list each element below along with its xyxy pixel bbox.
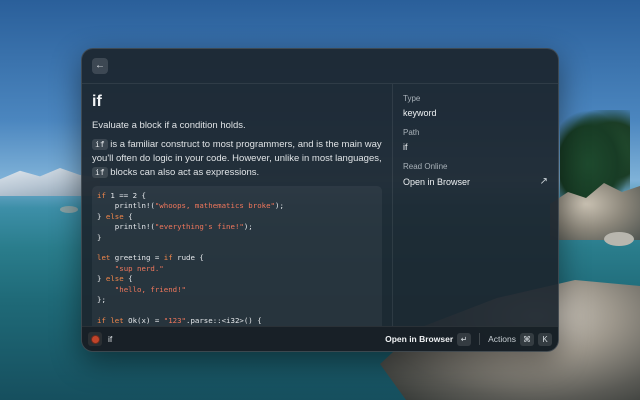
code-token: if bbox=[163, 253, 173, 263]
code-token: println!( bbox=[97, 222, 155, 232]
code-token: { bbox=[123, 211, 133, 221]
code-line: println!("everything's fine!"); bbox=[97, 222, 377, 232]
code-token: rude { bbox=[172, 253, 204, 263]
code-token: } bbox=[97, 232, 102, 242]
content-area: if Evaluate a block if a condition holds… bbox=[82, 84, 558, 326]
code-token: if let bbox=[97, 315, 124, 325]
code-token: Ok(x) = bbox=[123, 315, 164, 325]
code-line: println!("whoops, mathematics broke"); bbox=[97, 201, 377, 211]
code-token: "hello, friend!" bbox=[97, 284, 186, 294]
code-token: 1 == 2 { bbox=[105, 191, 146, 200]
code-line: let greeting = if rude { bbox=[97, 253, 377, 263]
code-line: "hello, friend!" bbox=[97, 285, 377, 295]
type-value: keyword bbox=[403, 108, 437, 118]
actions-button[interactable]: Actions bbox=[488, 334, 516, 344]
open-in-browser-text: Open in Browser bbox=[403, 176, 471, 187]
enter-key-icon: ↵ bbox=[457, 332, 472, 346]
detail-pane: if Evaluate a block if a condition holds… bbox=[82, 84, 393, 326]
inline-code: if bbox=[92, 167, 108, 178]
divider bbox=[479, 333, 481, 345]
doc-description: if is a familiar construct to most progr… bbox=[92, 138, 382, 180]
code-token: ); bbox=[243, 222, 253, 232]
code-token: "whoops, mathematics broke" bbox=[154, 201, 275, 211]
desc-text: blocks can also act as expressions. bbox=[107, 167, 260, 178]
path-value: if bbox=[403, 142, 408, 152]
path-label: Path bbox=[403, 128, 420, 137]
code-token: else bbox=[105, 211, 124, 221]
code-line: }; bbox=[97, 295, 377, 305]
code-line: "sup nerd." bbox=[97, 264, 377, 274]
code-token: else bbox=[105, 274, 124, 284]
code-line: if let Ok(x) = "123".parse::<i32>() { bbox=[97, 316, 377, 326]
background-rock-small-2 bbox=[60, 206, 78, 213]
background-rock-small bbox=[604, 232, 634, 246]
read-online-label: Read Online bbox=[403, 162, 448, 171]
top-bar: ← bbox=[82, 49, 558, 84]
code-token: let bbox=[97, 253, 111, 263]
back-button[interactable]: ← bbox=[92, 58, 108, 74]
query-text: if bbox=[108, 334, 113, 344]
code-line: } bbox=[97, 233, 377, 243]
action-bar: if Open in Browser ↵ Actions ⌘ K bbox=[82, 326, 558, 351]
doc-subtitle: Evaluate a block if a condition holds. bbox=[92, 120, 246, 131]
code-line: } else { bbox=[97, 212, 377, 222]
code-token: } bbox=[97, 211, 106, 221]
rust-logo-icon bbox=[90, 334, 100, 344]
inline-code: if bbox=[92, 139, 108, 150]
type-label: Type bbox=[403, 94, 421, 103]
code-token: .parse::<i32>() { bbox=[186, 315, 262, 325]
external-arrow-icon: ↗ bbox=[539, 176, 548, 187]
code-line: if 1 == 2 { bbox=[97, 191, 377, 201]
arrow-left-icon: ← bbox=[95, 60, 105, 71]
doc-window: ← if Evaluate a block if a condition hol… bbox=[81, 48, 559, 352]
code-token: } bbox=[97, 274, 106, 284]
command-key-icon: ⌘ bbox=[520, 332, 534, 346]
code-token: "everything's fine!" bbox=[154, 222, 244, 232]
code-token: { bbox=[123, 274, 133, 284]
code-token: println!( bbox=[97, 201, 155, 211]
open-in-browser-button[interactable]: Open in Browser bbox=[385, 334, 453, 344]
code-token: "sup nerd." bbox=[97, 263, 164, 273]
metadata-pane: Type keyword Path if Read Online Open in… bbox=[393, 84, 558, 326]
code-line: } else { bbox=[97, 274, 377, 284]
background-trees bbox=[560, 110, 630, 200]
code-token: ); bbox=[275, 201, 284, 211]
code-token: "123" bbox=[163, 315, 186, 325]
desc-text: is a familiar construct to most programm… bbox=[92, 139, 382, 164]
code-block: if 1 == 2 { println!("whoops, mathematic… bbox=[92, 186, 382, 326]
k-key-icon: K bbox=[538, 332, 552, 346]
rust-app-icon bbox=[88, 332, 102, 346]
code-token: greeting = bbox=[110, 253, 164, 263]
doc-title: if bbox=[92, 93, 102, 110]
code-token: }; bbox=[97, 295, 106, 305]
code-token: if bbox=[97, 191, 106, 200]
open-in-browser-link[interactable]: Open in Browser ↗ bbox=[403, 176, 548, 187]
